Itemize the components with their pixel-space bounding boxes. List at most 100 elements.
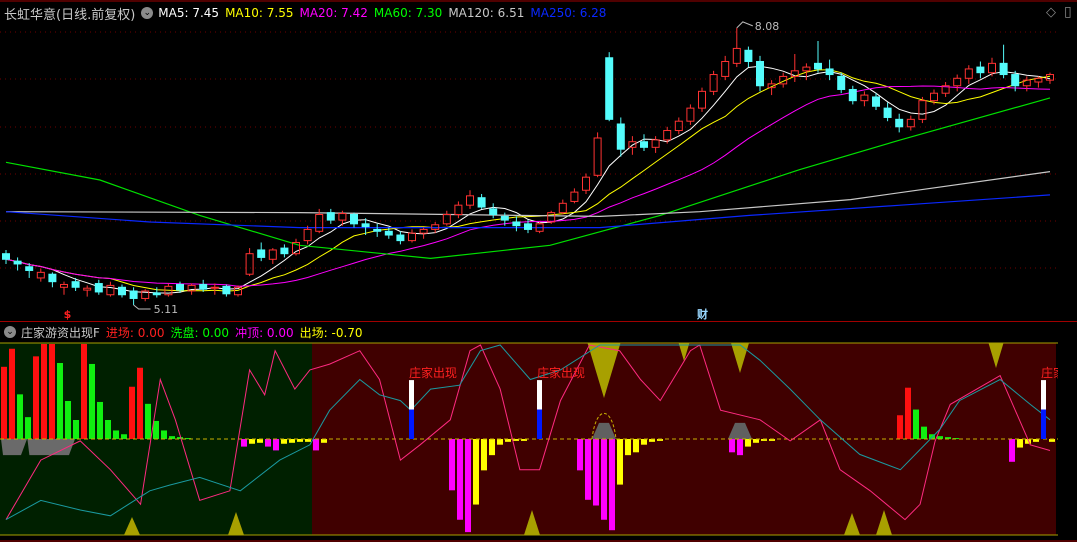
event-marker: 财 <box>696 307 708 321</box>
ma-label-0: MA5: 7.45 <box>158 6 220 20</box>
indicator-bar-chu <box>257 439 263 443</box>
candle <box>94 279 103 295</box>
candle-body <box>83 287 92 291</box>
candle-body <box>582 176 590 191</box>
indicator-bar-chong <box>457 439 463 520</box>
indicator-bar-xi <box>145 403 151 439</box>
indicator-label-1: 洗盘: 0.00 <box>170 325 230 340</box>
indicator-bar-jin <box>897 415 903 439</box>
candle-body <box>13 260 22 265</box>
indicator-bar-chong <box>465 439 471 533</box>
candle <box>222 284 231 297</box>
indicator-header: ⌄ 庄家游资出现F 进场: 0.00 洗盘: 0.00 冲顶: 0.00 出场: -0… <box>4 323 375 341</box>
indicator-bar-chu <box>321 439 327 443</box>
ma-label-1: MA10: 7.55 <box>225 6 294 20</box>
candle-body <box>350 213 358 225</box>
signal-bar-blue <box>409 409 414 439</box>
candle <box>616 117 625 157</box>
ma-label-5: MA250: 6.28 <box>530 6 607 20</box>
candle-body <box>373 228 382 232</box>
stock-chart[interactable]: 8.085.11$财庄家出现庄家出现庄家出现 <box>0 0 1077 542</box>
candle-body <box>744 49 753 62</box>
candle <box>210 283 219 295</box>
candle-body <box>268 249 277 260</box>
candle-body <box>477 197 486 208</box>
candle-body <box>48 273 57 283</box>
candle-body <box>906 118 915 128</box>
candle-body <box>245 253 254 275</box>
indicator-bar-xi <box>113 430 119 439</box>
candle <box>477 193 486 209</box>
candle <box>48 272 57 288</box>
signal-label: 庄家出现 <box>409 365 457 380</box>
signal-bar-white <box>537 380 542 410</box>
candle-body <box>732 47 741 64</box>
candle-body <box>384 230 393 236</box>
candle <box>442 210 451 226</box>
event-marker: $ <box>64 308 72 321</box>
indicator-bar-chong <box>449 439 455 491</box>
indicator-bar-jin <box>49 344 55 439</box>
candle <box>558 199 567 215</box>
candle-body <box>129 290 138 299</box>
candle <box>883 102 892 122</box>
candle-body <box>988 62 996 74</box>
indicator-bar-jin <box>129 386 135 439</box>
candle-body <box>25 266 34 271</box>
indicator-bar-chong <box>273 439 279 451</box>
candle <box>709 70 718 96</box>
ma-label-3: MA60: 7.30 <box>373 6 443 20</box>
candle <box>512 216 521 232</box>
panel-toggle-icon[interactable]: ▯ <box>1064 4 1072 20</box>
high-marker <box>736 21 753 29</box>
right-margin <box>1058 341 1077 537</box>
candle-body <box>489 208 498 215</box>
candle-body <box>686 107 695 122</box>
candle <box>257 242 266 262</box>
candle-body <box>593 137 602 176</box>
candle-body <box>176 283 184 291</box>
candle <box>303 225 312 245</box>
indicator-label-0: 进场: 0.00 <box>105 325 165 340</box>
signal-bar-blue <box>1041 409 1046 439</box>
candle-body <box>674 120 683 132</box>
candle <box>721 55 730 81</box>
indicator-bar-xi <box>97 401 103 439</box>
candle <box>245 248 254 277</box>
indicator-bar-jin <box>9 348 15 439</box>
indicator-bar-chu <box>753 439 759 443</box>
candle-body <box>918 100 927 120</box>
candle <box>860 91 869 107</box>
indicator-bar-chong <box>577 439 583 471</box>
candle <box>698 87 706 112</box>
candle <box>106 281 115 297</box>
diamond-icon[interactable]: ◇ <box>1046 5 1056 20</box>
candle-body <box>651 139 660 148</box>
chevron-down-icon[interactable]: ⌄ <box>4 326 16 338</box>
indicator-label-2: 冲顶: 0.00 <box>235 325 294 340</box>
indicator-bar-xi <box>121 434 127 439</box>
candle <box>756 55 764 92</box>
candle <box>141 289 150 302</box>
candle <box>454 201 463 219</box>
indicator-bar-xi <box>17 394 23 439</box>
candle <box>964 65 973 84</box>
candle <box>350 212 358 228</box>
indicator-bar-chu <box>625 439 631 456</box>
indicator-bar-chu <box>617 439 623 485</box>
candle-body <box>756 60 764 87</box>
candle-body <box>640 141 648 148</box>
indicator-bar-xi <box>153 420 159 439</box>
indicator-title: 庄家游资出现F <box>21 325 100 340</box>
candle-body <box>698 90 706 109</box>
candle-body <box>953 77 962 87</box>
candle-body <box>152 292 161 296</box>
candle-body <box>605 57 614 120</box>
candle <box>408 229 416 243</box>
chevron-down-icon[interactable]: ⌄ <box>141 7 154 19</box>
high-price-label: 8.08 <box>755 20 780 33</box>
indicator-bar-chu <box>289 439 295 443</box>
ma-legend: MA5: 7.45 MA10: 7.55 MA20: 7.42 MA60: 7.30 M… <box>158 6 612 20</box>
candle <box>686 104 695 125</box>
candle-body <box>408 232 416 242</box>
